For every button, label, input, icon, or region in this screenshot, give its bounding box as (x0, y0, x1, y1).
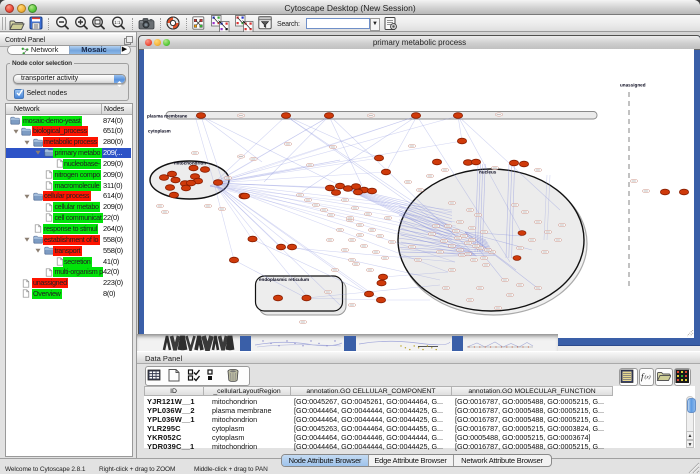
svg-text:nucleus: nucleus (479, 170, 497, 175)
svg-text:unassigned: unassigned (620, 83, 646, 88)
svg-text:plasma membrane: plasma membrane (147, 114, 188, 119)
svg-text:mitochondrion: mitochondrion (174, 161, 206, 166)
svg-text:endoplasmic reticulum: endoplasmic reticulum (259, 277, 309, 282)
svg-text:cytoplasm: cytoplasm (148, 129, 171, 134)
svg-text:(x): (x) (645, 375, 651, 381)
svg-text:1:1: 1:1 (114, 20, 121, 25)
